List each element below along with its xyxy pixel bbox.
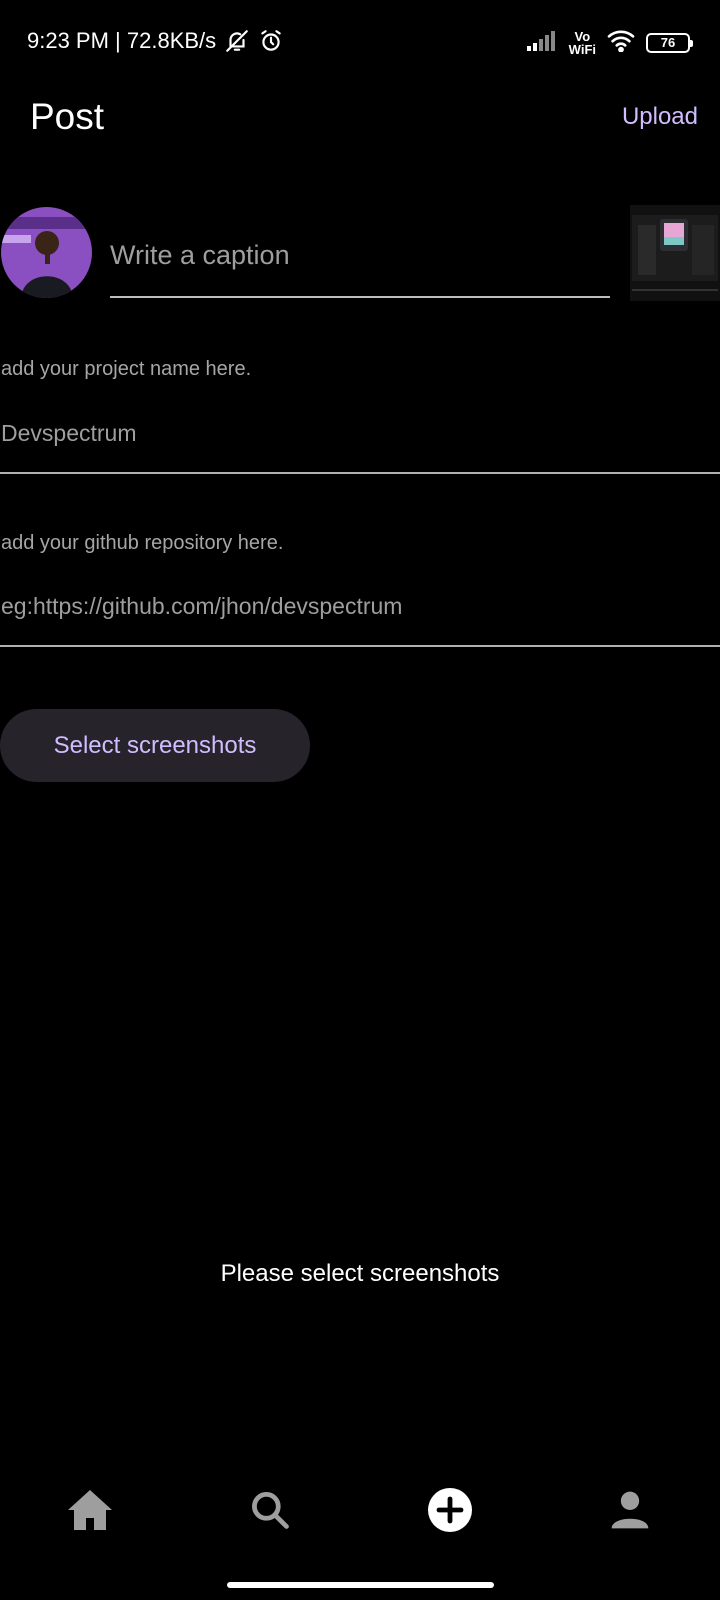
profile-icon — [611, 1491, 649, 1529]
battery-icon: 76 — [646, 32, 693, 53]
caption-placeholder: Write a caption — [110, 240, 290, 270]
screenshot-preview-thumbnail[interactable] — [630, 205, 720, 301]
home-indicator[interactable] — [227, 1582, 494, 1588]
project-name-hint: add your project name here. — [1, 358, 252, 380]
page-title: Post — [30, 96, 105, 137]
post-screen: 9:23 PM | 72.8KB/s Vo WiFi 76 Post Uploa… — [0, 0, 720, 1600]
project-name-input[interactable]: Devspectrum — [1, 420, 136, 447]
nav-add-post-button[interactable] — [410, 1470, 490, 1550]
search-icon — [252, 1492, 289, 1529]
status-bar: 9:23 PM | 72.8KB/s Vo WiFi 76 — [0, 0, 720, 86]
select-screenshots-button[interactable]: Select screenshots — [0, 709, 310, 782]
bottom-nav — [0, 1470, 720, 1550]
app-bar: Post Upload — [0, 86, 720, 150]
home-icon — [68, 1490, 112, 1530]
mute-bell-icon — [224, 28, 250, 54]
battery-level: 76 — [660, 35, 676, 50]
avatar — [1, 207, 92, 298]
time-and-speed: 9:23 PM | 72.8KB/s — [27, 28, 217, 53]
caption-input[interactable]: Write a caption — [110, 230, 610, 298]
nav-search-button[interactable] — [230, 1470, 310, 1550]
vowifi-indicator: Vo WiFi — [569, 30, 596, 56]
github-repo-underline — [0, 645, 720, 647]
status-right: Vo WiFi 76 — [526, 28, 693, 57]
empty-state-text: Please select screenshots — [220, 1260, 500, 1287]
add-post-icon — [428, 1488, 472, 1532]
vowifi-bottom: WiFi — [568, 41, 596, 57]
github-repo-input[interactable]: eg:https://github.com/jhon/devspectrum — [1, 593, 402, 620]
upload-button[interactable]: Upload — [622, 103, 698, 131]
wifi-icon — [606, 28, 636, 57]
nav-home-button[interactable] — [50, 1470, 130, 1550]
nav-profile-button[interactable] — [590, 1470, 670, 1550]
signal-icon — [526, 29, 559, 56]
status-left: 9:23 PM | 72.8KB/s — [27, 28, 284, 54]
alarm-icon — [258, 28, 284, 54]
github-repo-hint: add your github repository here. — [1, 532, 284, 554]
project-name-underline — [0, 472, 720, 474]
